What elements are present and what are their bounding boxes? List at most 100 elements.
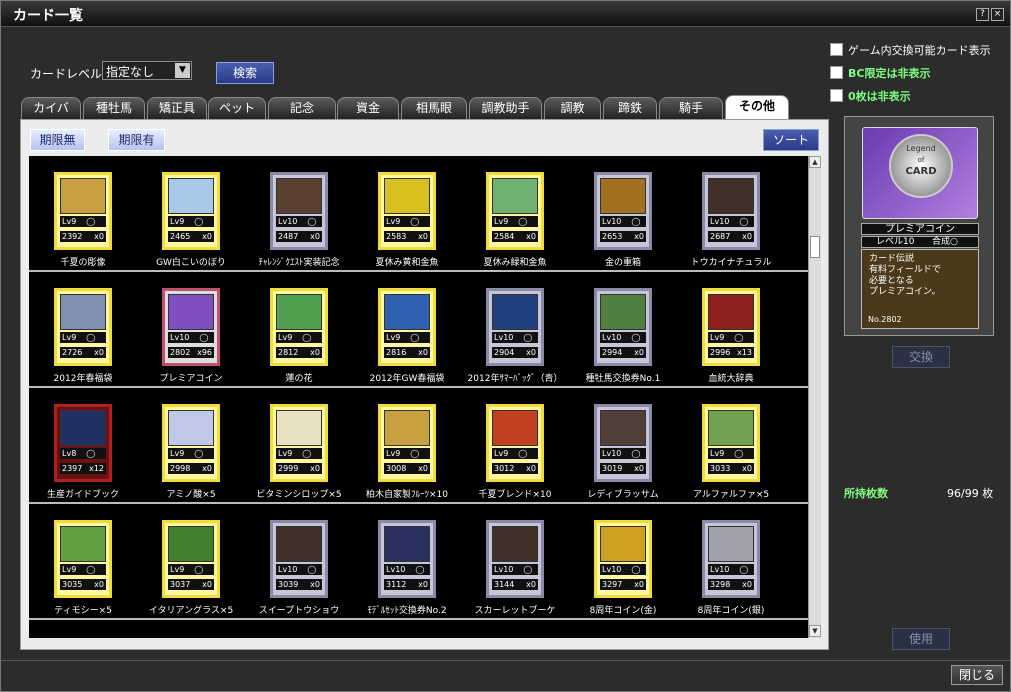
synth-circle-icon: ◯ xyxy=(518,217,528,226)
tab-4[interactable]: 記念 xyxy=(268,97,336,119)
card-number: 3297 x0 xyxy=(600,579,646,590)
card-item[interactable]: Lv10 ◯ 2687 x0 xyxy=(702,172,760,250)
card-item[interactable]: Lv10 ◯ 2802 x96 xyxy=(162,288,220,366)
bc-hide-label: BC限定は非表示 xyxy=(848,67,931,80)
card-count: x0 xyxy=(202,464,212,473)
card-row: Lv9 ◯ 3035 x0 ティモシー×5 Lv9 ◯ 3037 x0 イタリアングラス×5 Lv1… xyxy=(29,504,808,620)
exchange-button[interactable]: 交換 xyxy=(892,346,950,368)
tab-5[interactable]: 資金 xyxy=(337,97,399,119)
card-item[interactable]: Lv9 ◯ 2392 x0 xyxy=(54,172,112,250)
card-item[interactable]: Lv9 ◯ 2583 x0 xyxy=(378,172,436,250)
chevron-down-icon[interactable]: ▼ xyxy=(175,63,190,78)
card-item[interactable]: Lv8 ◯ 2397 x12 xyxy=(54,404,112,482)
sort-button[interactable]: ソート xyxy=(763,129,819,151)
use-button[interactable]: 使用 xyxy=(892,628,950,650)
card-name: ビタミンシロップ×5 xyxy=(256,490,342,500)
card-item[interactable]: Lv9 ◯ 2999 x0 xyxy=(270,404,328,482)
zero-hide-checkbox[interactable] xyxy=(830,89,843,102)
card-item[interactable]: Lv10 ◯ 3112 x0 xyxy=(378,520,436,598)
card-number: 2487 x0 xyxy=(276,231,322,242)
synth-circle-icon: ◯ xyxy=(410,217,420,226)
card-item[interactable]: Lv10 ◯ 2904 x0 xyxy=(486,288,544,366)
synth-circle-icon: ◯ xyxy=(199,333,209,342)
card-count: x0 xyxy=(742,580,752,589)
synth-circle-icon: ◯ xyxy=(631,217,641,226)
tab-11[interactable]: その他 xyxy=(725,95,789,119)
card-level-text: Lv9 xyxy=(62,565,77,574)
card-art xyxy=(492,178,538,214)
card-item[interactable]: Lv10 ◯ 3297 x0 xyxy=(594,520,652,598)
scroll-up-icon[interactable]: ▲ xyxy=(809,156,821,168)
card-item[interactable]: Lv9 ◯ 3012 x0 xyxy=(486,404,544,482)
tab-unlimited[interactable]: 期限無 xyxy=(30,129,85,151)
card-art xyxy=(708,294,754,330)
card-number: 2904 x0 xyxy=(492,347,538,358)
synth-circle-icon: ◯ xyxy=(734,449,744,458)
card-name: スイープトウショウ xyxy=(258,606,340,616)
card-level-text: Lv9 xyxy=(278,449,293,458)
card-level-text: Lv10 xyxy=(278,565,298,574)
card-level-select[interactable]: 指定なし ▼ xyxy=(102,61,192,80)
tab-7[interactable]: 調教助手 xyxy=(469,97,542,119)
card-item[interactable]: Lv9 ◯ 3008 x0 xyxy=(378,404,436,482)
card-art xyxy=(276,294,322,330)
card-item[interactable]: Lv10 ◯ 3039 x0 xyxy=(270,520,328,598)
tab-6[interactable]: 相馬眼 xyxy=(401,97,467,119)
card-id: 2465 xyxy=(170,232,191,241)
desc-line-2: 有料フィールドで xyxy=(869,265,941,275)
card-item[interactable]: Lv10 ◯ 3019 x0 xyxy=(594,404,652,482)
card-item[interactable]: Lv9 ◯ 2816 x0 xyxy=(378,288,436,366)
card-item[interactable]: Lv10 ◯ 3144 x0 xyxy=(486,520,544,598)
card-item[interactable]: Lv10 ◯ 2994 x0 xyxy=(594,288,652,366)
close-button[interactable]: 閉じる xyxy=(951,665,1003,685)
card-count: x0 xyxy=(202,232,212,241)
card-item[interactable]: Lv9 ◯ 3037 x0 xyxy=(162,520,220,598)
card-art xyxy=(492,410,538,446)
card-level-text: Lv10 xyxy=(710,565,730,574)
tab-limited[interactable]: 期限有 xyxy=(108,129,165,151)
card-item[interactable]: Lv9 ◯ 2998 x0 xyxy=(162,404,220,482)
card-art xyxy=(168,526,214,562)
tab-0[interactable]: カイバ xyxy=(21,97,81,119)
card-count: x13 xyxy=(737,348,752,357)
card-item[interactable]: Lv9 ◯ 2726 x0 xyxy=(54,288,112,366)
synth-circle-icon: ◯ xyxy=(86,333,96,342)
tab-9[interactable]: 蹄鉄 xyxy=(603,97,657,119)
card-item[interactable]: Lv10 ◯ 3298 x0 xyxy=(702,520,760,598)
card-id: 2994 xyxy=(602,348,623,357)
tab-2[interactable]: 矯正具 xyxy=(147,97,207,119)
card-item[interactable]: Lv9 ◯ 3033 x0 xyxy=(702,404,760,482)
card-number: 2653 x0 xyxy=(600,231,646,242)
tab-8[interactable]: 調教 xyxy=(544,97,601,119)
tab-1[interactable]: 種牡馬 xyxy=(83,97,145,119)
card-item[interactable]: Lv9 ◯ 2465 x0 xyxy=(162,172,220,250)
card-item[interactable]: Lv9 ◯ 2584 x0 xyxy=(486,172,544,250)
card-id: 3012 xyxy=(494,464,515,473)
card-level: Lv9 ◯ xyxy=(384,332,430,343)
tab-10[interactable]: 騎手 xyxy=(659,97,723,119)
coin-text-top: Legend xyxy=(906,144,936,153)
card-item[interactable]: Lv10 ◯ 2487 x0 xyxy=(270,172,328,250)
tab-3[interactable]: ペット xyxy=(208,97,266,119)
close-icon[interactable]: × xyxy=(991,8,1004,21)
card-art xyxy=(276,526,322,562)
card-count: x0 xyxy=(310,464,320,473)
scroll-down-icon[interactable]: ▼ xyxy=(809,625,821,637)
card-item[interactable]: Lv10 ◯ 2653 x0 xyxy=(594,172,652,250)
scrollbar[interactable]: ▲ ▼ xyxy=(808,156,821,638)
coin-text-mid: of xyxy=(917,156,925,164)
bc-hide-checkbox[interactable] xyxy=(830,66,843,79)
help-button[interactable]: ? xyxy=(976,8,989,21)
card-item[interactable]: Lv9 ◯ 2996 x13 xyxy=(702,288,760,366)
card-number: 2687 x0 xyxy=(708,231,754,242)
card-level: Lv9 ◯ xyxy=(168,564,214,575)
card-item[interactable]: Lv9 ◯ 2812 x0 xyxy=(270,288,328,366)
scroll-thumb[interactable] xyxy=(810,236,820,258)
search-button[interactable]: 検索 xyxy=(216,62,274,84)
card-name: 夏休み黄和金魚 xyxy=(375,258,439,268)
card-item[interactable]: Lv9 ◯ 3035 x0 xyxy=(54,520,112,598)
exchangeable-checkbox[interactable] xyxy=(830,43,843,56)
card-number: 3019 x0 xyxy=(600,463,646,474)
card-level: Lv9 ◯ xyxy=(168,216,214,227)
card-name: アミノ酸×5 xyxy=(166,490,216,500)
